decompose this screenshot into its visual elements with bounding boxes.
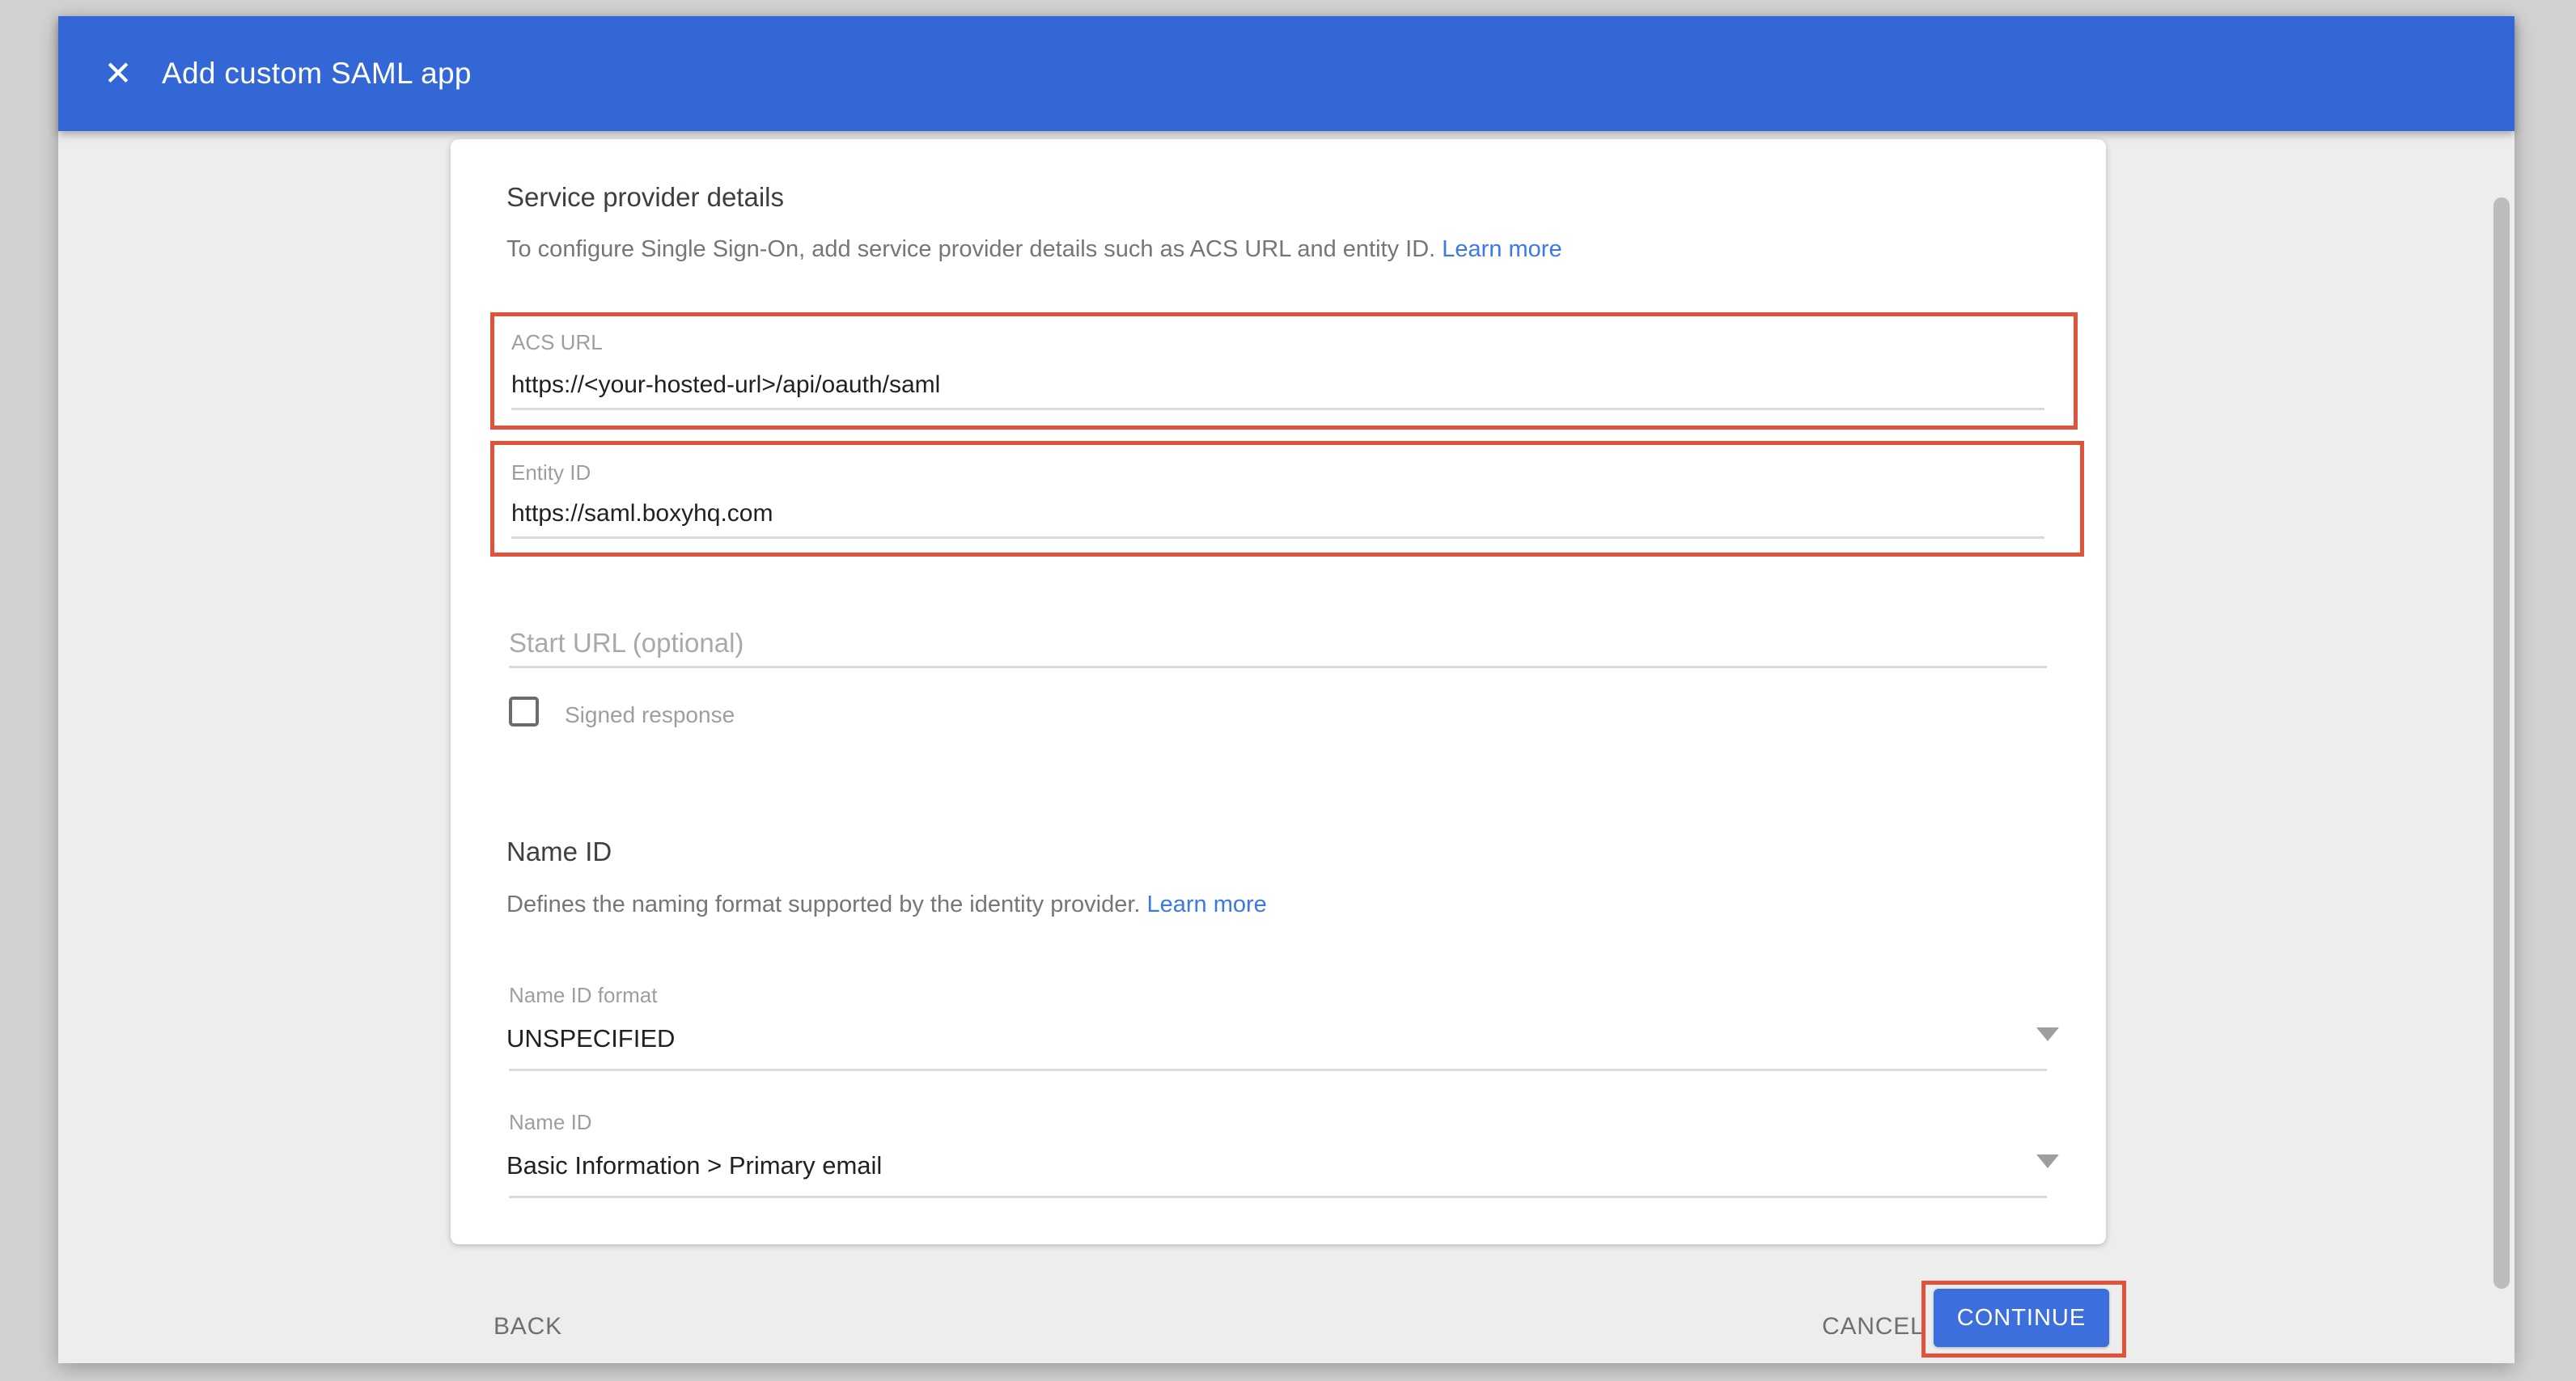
name-id-learn-more-link[interactable]: Learn more: [1147, 892, 1267, 917]
name-id-dropdown-arrow-icon[interactable]: [2036, 1154, 2059, 1168]
name-id-description: Defines the naming format supported by t…: [506, 892, 1267, 918]
dialog-header: ✕ Add custom SAML app: [58, 16, 2515, 131]
entity-id-highlight-box: Entity ID https://saml.boxyhq.com: [490, 441, 2084, 557]
name-id-format-label: Name ID format: [509, 983, 658, 1008]
name-id-underline: [509, 1196, 2047, 1198]
dialog-scrollbar-thumb[interactable]: [2493, 197, 2510, 1289]
service-provider-description: To configure Single Sign-On, add service…: [506, 236, 1562, 263]
service-provider-heading: Service provider details: [506, 182, 784, 213]
name-id-heading: Name ID: [506, 837, 612, 867]
name-id-field-label: Name ID: [509, 1110, 592, 1135]
continue-button[interactable]: CONTINUE: [1934, 1289, 2109, 1347]
service-provider-learn-more-link[interactable]: Learn more: [1442, 236, 1561, 262]
service-provider-description-text: To configure Single Sign-On, add service…: [506, 236, 1435, 262]
dialog-title: Add custom SAML app: [162, 16, 472, 131]
entity-id-label: Entity ID: [511, 460, 591, 485]
signed-response-label: Signed response: [565, 702, 735, 728]
name-id-format-dropdown-arrow-icon[interactable]: [2036, 1027, 2059, 1041]
service-provider-card: Service provider details To configure Si…: [451, 139, 2106, 1244]
name-id-description-text: Defines the naming format supported by t…: [506, 892, 1140, 917]
back-button[interactable]: BACK: [494, 1313, 562, 1341]
close-icon[interactable]: ✕: [100, 57, 136, 93]
add-saml-app-dialog: ✕ Add custom SAML app Service provider d…: [58, 16, 2515, 1363]
name-id-select[interactable]: Basic Information > Primary email: [506, 1151, 882, 1180]
acs-url-label: ACS URL: [511, 330, 603, 355]
signed-response-checkbox[interactable]: [509, 697, 539, 727]
start-url-underline: [509, 666, 2047, 668]
name-id-format-underline: [509, 1069, 2047, 1071]
acs-url-input[interactable]: https://<your-hosted-url>/api/oauth/saml: [511, 371, 940, 399]
name-id-format-select[interactable]: UNSPECIFIED: [506, 1024, 675, 1053]
start-url-input[interactable]: Start URL (optional): [509, 628, 744, 659]
entity-id-underline: [511, 536, 2044, 539]
acs-url-highlight-box: ACS URL https://<your-hosted-url>/api/oa…: [490, 312, 2078, 430]
acs-url-underline: [511, 408, 2044, 410]
cancel-button[interactable]: CANCEL: [1822, 1313, 1925, 1341]
entity-id-input[interactable]: https://saml.boxyhq.com: [511, 500, 773, 527]
